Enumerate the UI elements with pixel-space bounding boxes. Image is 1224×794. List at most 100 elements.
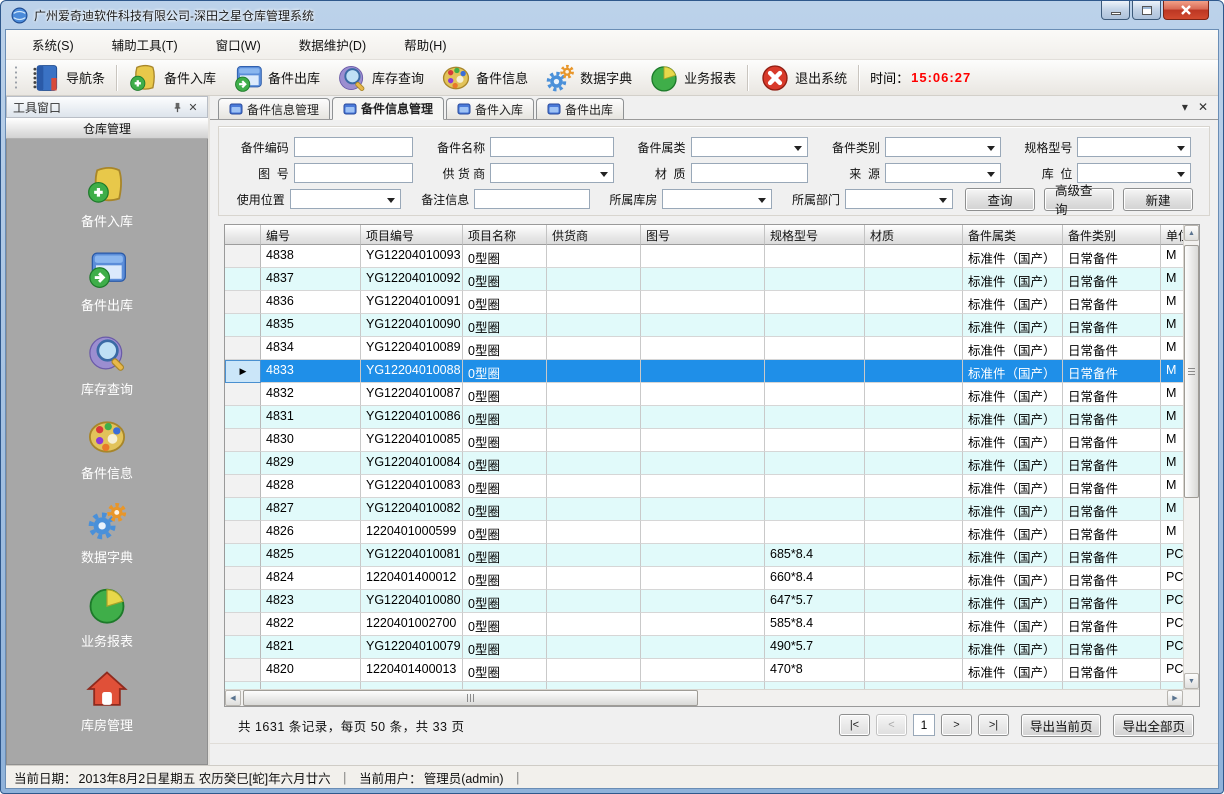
table-cell[interactable]: 1220401000599	[361, 521, 463, 544]
row-selector[interactable]	[225, 314, 261, 337]
table-cell[interactable]: 4826	[261, 521, 361, 544]
table-cell[interactable]: YG12204010085	[361, 429, 463, 452]
table-cell[interactable]: 标准件（国产）	[963, 521, 1063, 544]
table-cell[interactable]	[641, 567, 765, 590]
form-dropdown[interactable]	[885, 137, 1001, 157]
maximize-button[interactable]	[1132, 1, 1161, 20]
table-cell[interactable]: 4835	[261, 314, 361, 337]
table-cell[interactable]	[1161, 682, 1183, 689]
last-page-button[interactable]: >|	[978, 714, 1009, 736]
table-cell[interactable]: YG12204010091	[361, 291, 463, 314]
table-cell[interactable]: 660*8.4	[765, 567, 865, 590]
table-row[interactable]	[225, 682, 1183, 689]
table-cell[interactable]: M	[1161, 429, 1183, 452]
table-cell[interactable]: 1220401400012	[361, 567, 463, 590]
table-cell[interactable]	[547, 590, 641, 613]
table-cell[interactable]: 0型圈	[463, 360, 547, 383]
menu-item[interactable]: 帮助(H)	[392, 31, 458, 58]
menu-item[interactable]: 数据维护(D)	[287, 31, 378, 58]
table-row[interactable]: 482012204014000130型圈470*8标准件（国产）日常备件PC	[225, 659, 1183, 682]
form-text-input[interactable]	[294, 137, 414, 157]
table-cell[interactable]: M	[1161, 498, 1183, 521]
table-cell[interactable]: 0型圈	[463, 590, 547, 613]
table-cell[interactable]: 4834	[261, 337, 361, 360]
table-cell[interactable]: 4838	[261, 245, 361, 268]
table-cell[interactable]: 4828	[261, 475, 361, 498]
table-cell[interactable]	[865, 291, 963, 314]
table-cell[interactable]	[641, 659, 765, 682]
sidebar-item[interactable]: 备件出库	[81, 247, 133, 314]
table-cell[interactable]: 日常备件	[1063, 429, 1161, 452]
table-cell[interactable]: 0型圈	[463, 314, 547, 337]
table-cell[interactable]: 日常备件	[1063, 406, 1161, 429]
table-cell[interactable]: YG12204010083	[361, 475, 463, 498]
table-cell[interactable]: 标准件（国产）	[963, 567, 1063, 590]
advanced-query-button[interactable]: 高级查询	[1044, 188, 1114, 211]
column-header[interactable]: 编号	[261, 225, 361, 245]
table-cell[interactable]: 日常备件	[1063, 521, 1161, 544]
menu-item[interactable]: 辅助工具(T)	[100, 31, 190, 58]
table-row[interactable]: 4838YG122040100930型圈标准件（国产）日常备件M	[225, 245, 1183, 268]
table-cell[interactable]: 日常备件	[1063, 337, 1161, 360]
table-cell[interactable]: PC	[1161, 636, 1183, 659]
form-dropdown[interactable]	[691, 137, 809, 157]
table-cell[interactable]: 标准件（国产）	[963, 291, 1063, 314]
tab[interactable]: 备件信息管理	[218, 98, 330, 119]
column-header[interactable]: 规格型号	[765, 225, 865, 245]
form-dropdown[interactable]	[845, 189, 953, 209]
table-cell[interactable]: PC	[1161, 544, 1183, 567]
table-cell[interactable]: 0型圈	[463, 636, 547, 659]
table-cell[interactable]: 0型圈	[463, 406, 547, 429]
table-cell[interactable]	[865, 383, 963, 406]
table-cell[interactable]: 日常备件	[1063, 613, 1161, 636]
table-cell[interactable]	[261, 682, 361, 689]
vertical-scrollbar[interactable]: ▲ ▼	[1183, 225, 1199, 689]
table-cell[interactable]	[765, 291, 865, 314]
column-header[interactable]: 供货商	[547, 225, 641, 245]
table-cell[interactable]: 0型圈	[463, 475, 547, 498]
menu-item[interactable]: 窗口(W)	[204, 31, 273, 58]
form-dropdown[interactable]	[885, 163, 1001, 183]
row-selector[interactable]	[225, 567, 261, 590]
table-cell[interactable]: M	[1161, 337, 1183, 360]
table-cell[interactable]: 标准件（国产）	[963, 314, 1063, 337]
table-cell[interactable]: 标准件（国产）	[963, 613, 1063, 636]
table-cell[interactable]: 4833	[261, 360, 361, 383]
table-cell[interactable]	[865, 544, 963, 567]
table-cell[interactable]	[865, 498, 963, 521]
export-all-pages-button[interactable]: 导出全部页	[1113, 714, 1194, 737]
row-selector[interactable]	[225, 452, 261, 475]
table-cell[interactable]	[641, 314, 765, 337]
tab-overflow-icon[interactable]: ▾	[1182, 100, 1188, 114]
table-cell[interactable]: YG12204010088	[361, 360, 463, 383]
row-selector[interactable]	[225, 682, 261, 689]
table-cell[interactable]	[641, 613, 765, 636]
table-cell[interactable]	[765, 452, 865, 475]
table-cell[interactable]	[641, 383, 765, 406]
table-cell[interactable]	[547, 544, 641, 567]
table-cell[interactable]: 日常备件	[1063, 268, 1161, 291]
table-row[interactable]: 4823YG122040100800型圈647*5.7标准件（国产）日常备件PC	[225, 590, 1183, 613]
tab-close-icon[interactable]: ✕	[1198, 100, 1208, 114]
table-cell[interactable]: 4836	[261, 291, 361, 314]
table-cell[interactable]: M	[1161, 314, 1183, 337]
toolbar-grip[interactable]	[14, 65, 18, 91]
form-text-input[interactable]	[294, 163, 414, 183]
table-cell[interactable]	[865, 268, 963, 291]
vertical-scroll-thumb[interactable]	[1184, 245, 1199, 498]
form-text-input[interactable]	[691, 163, 809, 183]
table-cell[interactable]: 日常备件	[1063, 291, 1161, 314]
horizontal-scrollbar[interactable]: ◀ ▶	[225, 689, 1199, 706]
table-cell[interactable]	[547, 360, 641, 383]
table-cell[interactable]: 0型圈	[463, 337, 547, 360]
table-cell[interactable]	[641, 636, 765, 659]
table-cell[interactable]: 0型圈	[463, 659, 547, 682]
table-cell[interactable]	[865, 314, 963, 337]
table-cell[interactable]	[547, 613, 641, 636]
table-cell[interactable]: PC	[1161, 567, 1183, 590]
table-cell[interactable]: 日常备件	[1063, 452, 1161, 475]
row-selector[interactable]	[225, 636, 261, 659]
form-dropdown[interactable]	[1077, 137, 1191, 157]
form-dropdown[interactable]	[490, 163, 614, 183]
table-cell[interactable]	[641, 452, 765, 475]
